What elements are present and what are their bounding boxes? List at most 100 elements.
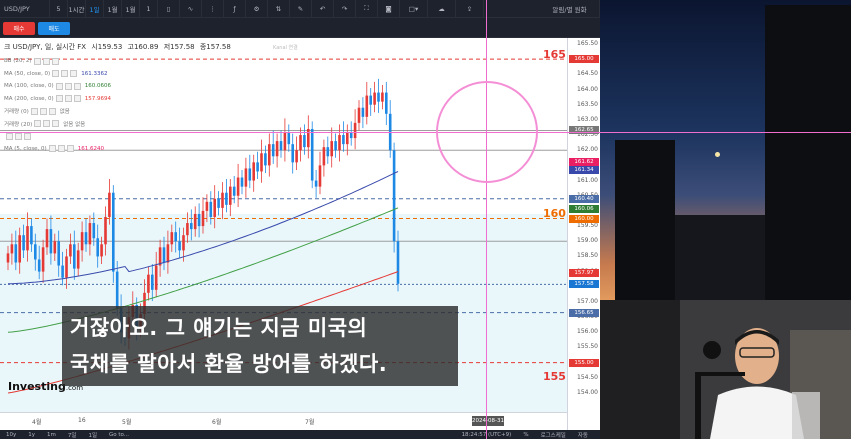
time-axis[interactable]: 2024-08-31 4월 16 5월 6월 7월 xyxy=(0,412,567,430)
building-left xyxy=(615,140,675,300)
indicator-close-icon[interactable] xyxy=(73,95,81,103)
log-scale-toggle[interactable]: 로그스케일 xyxy=(541,431,566,439)
range-7d[interactable]: 7일 xyxy=(68,431,77,439)
price-tag: 155.00 xyxy=(569,358,599,367)
percent-toggle[interactable]: % xyxy=(523,432,528,438)
price-tag: 161.34 xyxy=(569,166,599,175)
indicator-legend: 크 USD/JPY, 일, 실시간 FX 시159.53 고160.89 저15… xyxy=(4,42,298,155)
level-label-165: 165 xyxy=(543,48,566,61)
range-1m[interactable]: 1m xyxy=(47,432,56,438)
symbol-selector[interactable]: USD/JPY xyxy=(0,0,50,18)
indicator-close-icon[interactable] xyxy=(52,120,60,128)
price-tag: 160.40 xyxy=(569,194,599,203)
buy-button[interactable]: 매수 xyxy=(3,22,35,35)
indicator-icon[interactable]: ƒ xyxy=(224,0,246,18)
grid-icon[interactable]: ⋮ xyxy=(202,0,224,18)
candle-body xyxy=(232,186,236,196)
fullscreen-icon[interactable]: ⛶ xyxy=(356,0,378,18)
timeframe-1h[interactable]: 1시간 xyxy=(68,0,86,18)
candle-body xyxy=(65,256,68,278)
go-to-date[interactable]: Go to... xyxy=(109,432,129,438)
price-tag: 161.62 xyxy=(569,157,599,166)
range-1d[interactable]: 1일 xyxy=(88,431,97,439)
level-label-160: 160 xyxy=(543,207,566,220)
redo-icon[interactable]: ↷ xyxy=(334,0,356,18)
indicator-settings-icon[interactable] xyxy=(61,70,69,78)
indicator-eye-icon[interactable] xyxy=(55,95,63,103)
indicator-settings-icon[interactable] xyxy=(43,120,51,128)
indicator-eye-icon[interactable] xyxy=(55,82,63,90)
indicator-value: 없음 없음 xyxy=(63,121,86,128)
indicator-row[interactable]: MA (5, close, 0) 161.6240 xyxy=(4,143,298,156)
indicator-eye-icon[interactable] xyxy=(52,70,60,78)
indicator-row[interactable]: MA (200, close, 0) 157.9694 xyxy=(4,93,298,106)
candle-body xyxy=(244,168,248,187)
timeframe-5[interactable]: 5 xyxy=(50,0,68,18)
candle-body xyxy=(256,162,259,172)
camera-icon[interactable]: ◙ xyxy=(378,0,400,18)
undo-icon[interactable]: ↶ xyxy=(312,0,334,18)
candle-body xyxy=(240,177,244,187)
indicator-row[interactable]: MA (50, close, 0) 161.3362 xyxy=(4,68,298,81)
indicator-close-icon[interactable] xyxy=(48,107,56,115)
price-tick: 165.50 xyxy=(577,40,598,47)
timeframe-1d[interactable]: 1일 xyxy=(86,0,104,18)
timeframe-1m[interactable]: 1월 xyxy=(122,0,140,18)
crosshair-horizontal xyxy=(0,132,851,133)
compare-icon[interactable]: ⇅ xyxy=(268,0,290,18)
indicator-settings-icon[interactable] xyxy=(57,145,65,153)
indicator-close-icon[interactable] xyxy=(24,132,31,140)
indicator-close-icon[interactable] xyxy=(66,145,74,153)
candle-body xyxy=(326,147,330,157)
line-chart-icon[interactable]: ∿ xyxy=(180,0,202,18)
price-tag: 160.00 xyxy=(569,214,599,223)
candle-type-icon[interactable]: ▯ xyxy=(158,0,180,18)
indicator-value: 없음 xyxy=(59,109,70,116)
auto-scale-toggle[interactable]: 자동 xyxy=(578,431,588,439)
sell-button[interactable]: 매도 xyxy=(38,22,70,35)
time-tick: 5월 xyxy=(122,419,132,426)
candle-body xyxy=(381,92,384,102)
candle-body xyxy=(392,150,396,242)
drawing-icon[interactable]: ✎ xyxy=(290,0,312,18)
indicator-settings-icon[interactable] xyxy=(42,57,50,65)
indicator-row[interactable]: 거래량 (20) 없음 없음 xyxy=(4,118,298,131)
settings-icon[interactable]: ⚙ xyxy=(246,0,268,18)
candle-body xyxy=(80,232,84,251)
upload-icon[interactable]: ⇪ xyxy=(456,0,484,18)
indicator-value: 161.6240 xyxy=(77,145,104,152)
range-10y[interactable]: 10y xyxy=(6,432,16,438)
timeframe-1w[interactable]: 1월 xyxy=(104,0,122,18)
range-1y[interactable]: 1y xyxy=(28,432,35,438)
indicator-eye-icon[interactable] xyxy=(30,107,38,115)
indicator-eye-icon[interactable] xyxy=(48,145,56,153)
indicator-row[interactable]: BB (20, 2) xyxy=(4,55,298,68)
indicator-close-icon[interactable] xyxy=(51,57,59,65)
price-axis[interactable]: 165.50 165.00 164.50 164.00 163.50 163.00 162.… xyxy=(567,38,600,430)
candle-body xyxy=(61,265,64,278)
indicator-eye-icon[interactable] xyxy=(33,57,41,65)
indicator-settings-icon[interactable] xyxy=(39,107,47,115)
indicator-row[interactable]: MA (100, close, 0) 160.0606 xyxy=(4,80,298,93)
indicator-eye-icon[interactable] xyxy=(6,132,13,140)
indicator-settings-icon[interactable] xyxy=(15,132,22,140)
candle-body xyxy=(147,274,150,293)
candle-body xyxy=(10,244,14,254)
webcam-presenter xyxy=(600,300,851,439)
alert-settings[interactable]: 알림/별 원화 xyxy=(540,0,600,18)
indicator-settings-icon[interactable] xyxy=(64,82,72,90)
indicator-settings-icon[interactable] xyxy=(64,95,72,103)
price-tick: 156.00 xyxy=(577,328,598,336)
price-tick: 163.00 xyxy=(577,115,598,123)
level-label-155: 155 xyxy=(543,370,566,383)
color-picker-icon[interactable]: □▾ xyxy=(400,0,428,18)
candle-body xyxy=(53,241,57,254)
cloud-icon[interactable]: ☁ xyxy=(428,0,456,18)
indicator-row[interactable]: 거래량 (0) 없음 xyxy=(4,105,298,118)
bottom-bar: 10y 1y 1m 7일 1일 Go to... 18:24:57 (UTC+9… xyxy=(0,430,600,439)
indicator-close-icon[interactable] xyxy=(70,70,78,78)
indicator-eye-icon[interactable] xyxy=(34,120,42,128)
timeframe-custom[interactable]: 1 xyxy=(140,0,158,18)
indicator-close-icon[interactable] xyxy=(73,82,81,90)
watermark: Kanal 연결 xyxy=(273,45,298,51)
